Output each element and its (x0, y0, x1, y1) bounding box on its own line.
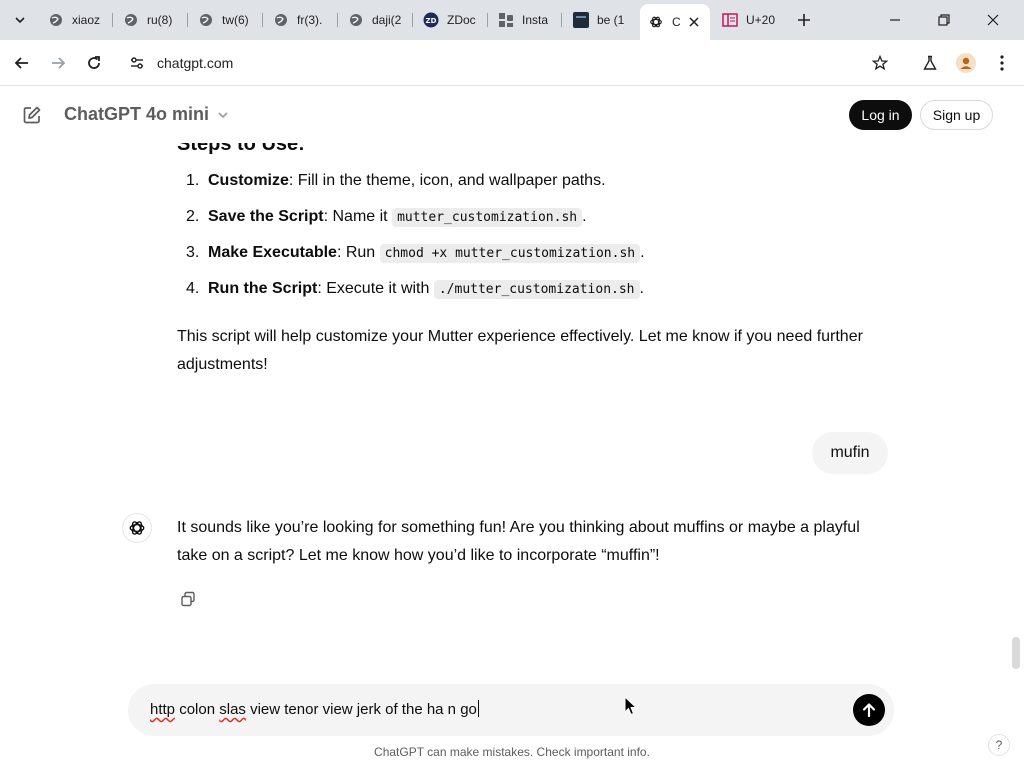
tab-title: daji(2 (372, 13, 402, 27)
model-name-label: ChatGPT 4o mini (64, 104, 210, 124)
tab-title: xiaoz (72, 13, 101, 27)
tab-divider (337, 13, 338, 27)
tab-title: fr(3). (297, 13, 323, 27)
prompt-composer[interactable]: http colon slas view tenor view jerk of … (128, 684, 894, 736)
step-item: 1. Customize: Fill in the theme, icon, an… (186, 172, 606, 189)
site-settings-icon[interactable] (123, 49, 151, 77)
browser-toolbar: chatgpt.com (0, 40, 1024, 86)
assistant-closing-paragraph: This script will help customize your Mut… (177, 328, 863, 373)
close-window-icon[interactable] (970, 4, 1016, 36)
labs-flask-icon[interactable] (916, 49, 944, 77)
browser-tab-strip: xiaoz ru(8) tw(6) fr(3). daji(2 ZD ZDoc … (0, 0, 1024, 40)
tab-divider (262, 13, 263, 27)
url-field[interactable]: chatgpt.com (157, 55, 233, 71)
tab-title: ru(8) (147, 13, 173, 27)
profile-avatar-icon[interactable] (952, 49, 980, 77)
user-message-text: mufin (830, 444, 870, 461)
new-tab-plus-icon[interactable] (792, 8, 816, 32)
step-item: 4. Run the Script: Execute it with ./mutt… (186, 280, 644, 299)
tab-divider (187, 13, 188, 27)
globe-icon (123, 12, 139, 28)
reload-icon[interactable] (80, 49, 108, 77)
tab-divider (412, 13, 413, 27)
mouse-pointer-icon (624, 696, 638, 716)
globe-icon (348, 12, 364, 28)
browser-tab-3[interactable]: fr(3). (273, 6, 331, 34)
copy-icon[interactable] (176, 587, 200, 611)
browser-tab-2[interactable]: tw(6) (198, 6, 256, 34)
chevron-down-icon (217, 109, 229, 121)
minimize-window-icon[interactable] (872, 4, 918, 36)
openai-icon (648, 14, 664, 30)
conversation-area[interactable]: Steps to Use: 1. Customize: Fill in the t… (0, 87, 1024, 768)
inline-code: ./mutter_customization.sh (433, 280, 640, 299)
tab-divider (487, 13, 488, 27)
globe-icon (48, 12, 64, 28)
tab-title: be (1 (597, 13, 625, 27)
sign-up-button[interactable]: Sign up (920, 100, 993, 130)
browser-tab-5[interactable]: ZD ZDoc (423, 6, 481, 34)
openai-logo-icon (122, 513, 152, 543)
browser-tab-4[interactable]: daji(2 (348, 6, 406, 34)
book-icon (722, 12, 738, 28)
text-caret (477, 700, 479, 717)
step-item: 2. Save the Script: Name it mutter_custom… (186, 208, 587, 227)
model-selector[interactable]: ChatGPT 4o mini (64, 104, 229, 125)
send-arrow-up-icon[interactable] (853, 694, 885, 726)
puzzle-icon (498, 12, 514, 28)
tab-title: ZDoc (447, 13, 476, 27)
browser-tab-0[interactable]: xiaoz (48, 6, 106, 34)
tab-divider (561, 13, 562, 27)
forward-arrow-icon[interactable] (44, 49, 72, 77)
globe-icon (273, 12, 289, 28)
bookmark-star-icon[interactable] (866, 49, 894, 77)
tab-divider (112, 13, 113, 27)
browser-tab-7[interactable]: be (1 (573, 6, 627, 34)
new-chat-edit-icon[interactable] (18, 101, 46, 129)
svg-text:ZD: ZD (426, 17, 437, 25)
browser-menu-kebab-icon[interactable] (988, 49, 1016, 77)
restore-window-icon[interactable] (921, 4, 967, 36)
tab-title: Insta (522, 13, 549, 27)
browser-tab-1[interactable]: ru(8) (123, 6, 181, 34)
tab-title: U+20 (746, 13, 776, 27)
inline-code: chmod +x mutter_customization.sh (379, 244, 641, 263)
help-question-icon[interactable]: ? (988, 734, 1010, 756)
assistant-reply-text: It sounds like you’re looking for someth… (177, 519, 860, 564)
tab-title: C (672, 15, 681, 29)
tab-title: tw(6) (222, 13, 249, 27)
inline-code: mutter_customization.sh (392, 208, 583, 227)
disclaimer-text: ChatGPT can make mistakes. Check importa… (374, 745, 650, 759)
prompt-input[interactable]: http colon slas view tenor view jerk of … (150, 700, 479, 718)
browser-tab-active[interactable]: C (640, 4, 710, 40)
step-item: 3. Make Executable: Run chmod +x mutter_c… (186, 244, 645, 263)
zdoc-icon: ZD (423, 12, 439, 28)
scrollbar-thumb[interactable] (1012, 637, 1020, 669)
back-arrow-icon[interactable] (8, 49, 36, 77)
globe-icon (198, 12, 214, 28)
close-tab-icon[interactable] (686, 14, 702, 30)
tab-search-chevron-icon[interactable] (8, 8, 32, 32)
user-message-bubble: mufin (812, 432, 888, 474)
dark-square-icon (573, 12, 589, 28)
app-header: ChatGPT 4o mini Log in Sign up (0, 87, 1024, 143)
browser-tab-6[interactable]: Insta (498, 6, 550, 34)
browser-tab-9[interactable]: U+20 (722, 6, 780, 34)
log-in-button[interactable]: Log in (849, 100, 912, 130)
